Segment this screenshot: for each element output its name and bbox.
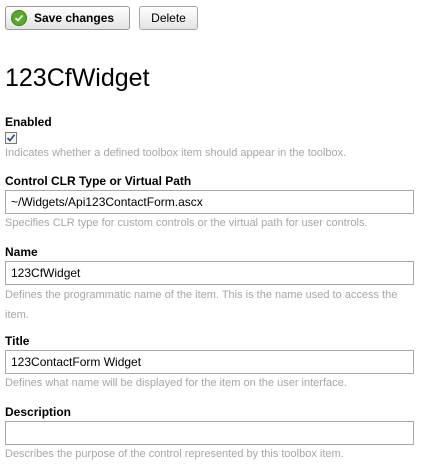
toolbar: Save changes Delete <box>5 5 198 31</box>
title-label: Title <box>5 334 30 348</box>
name-label: Name <box>5 245 38 259</box>
control-type-hint: Specifies CLR type for custom controls o… <box>5 217 368 229</box>
control-type-label: Control CLR Type or Virtual Path <box>5 174 192 188</box>
description-hint: Describes the purpose of the control rep… <box>5 448 344 460</box>
enabled-hint: Indicates whether a defined toolbox item… <box>5 147 347 159</box>
description-label: Description <box>5 405 72 419</box>
checkmark-icon <box>6 134 16 142</box>
title-input[interactable]: 123ContactForm Widget <box>5 350 414 374</box>
delete-button[interactable]: Delete <box>139 6 198 30</box>
save-changes-label: Save changes <box>34 11 115 25</box>
control-type-input[interactable]: ~/Widgets/Api123ContactForm.ascx <box>5 190 414 214</box>
delete-label: Delete <box>151 11 186 25</box>
check-circle-icon <box>11 10 27 26</box>
name-hint: Defines the programmatic name of the ite… <box>5 289 398 321</box>
enabled-label: Enabled <box>5 115 52 129</box>
page-title: 123CfWidget <box>5 64 150 92</box>
name-input[interactable]: 123CfWidget <box>5 261 414 285</box>
save-changes-button[interactable]: Save changes <box>5 6 130 30</box>
description-input[interactable] <box>5 421 414 445</box>
title-hint: Defines what name will be displayed for … <box>5 377 347 389</box>
